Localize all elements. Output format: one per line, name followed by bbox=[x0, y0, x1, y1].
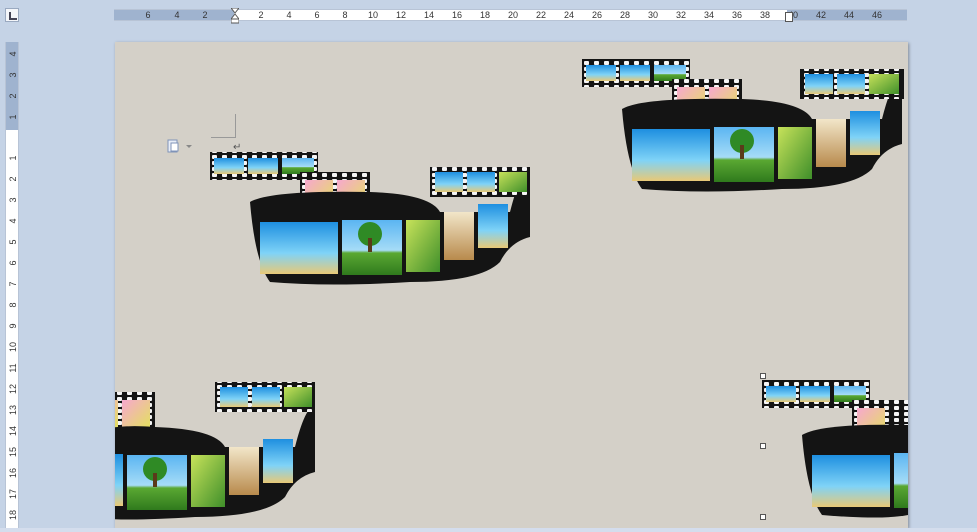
filmstrip-image-top-left[interactable] bbox=[210, 142, 540, 292]
ruler-tick-label: 24 bbox=[563, 10, 575, 20]
ruler-tick-label: 34 bbox=[703, 10, 715, 20]
ruler-tick-label: 11 bbox=[8, 363, 18, 373]
horizontal-ruler[interactable]: 6 4 2 2 4 6 8 10 12 14 16 18 20 22 24 26 28 30 32 34 36 38 40 4… bbox=[114, 8, 907, 24]
ruler-tick-label: 8 bbox=[8, 302, 18, 308]
ruler-tick-label: 26 bbox=[591, 10, 603, 20]
ruler-tick-label: 12 bbox=[8, 384, 18, 395]
ruler-tick-label: 4 bbox=[8, 218, 18, 224]
ruler-tick-label: 16 bbox=[8, 468, 18, 479]
ruler-tick-label: 18 bbox=[8, 510, 18, 521]
ruler-tick-label: 7 bbox=[8, 281, 18, 287]
ruler-tick-label: 10 bbox=[8, 342, 18, 353]
filmstrip-top-segment bbox=[215, 382, 315, 412]
filmstrip-image-bottom-left[interactable] bbox=[115, 372, 315, 522]
ruler-tick-label: 4 bbox=[174, 10, 180, 20]
filmstrip-image-bottom-right[interactable] bbox=[762, 375, 908, 528]
right-indent-marker[interactable] bbox=[785, 12, 793, 22]
ruler-tick-label: 1 bbox=[8, 114, 18, 120]
ruler-tick-label: 3 bbox=[8, 197, 18, 203]
vertical-ruler[interactable]: 4 3 2 1 1 2 3 4 5 6 7 8 9 10 11 12 13 14 15 16 17 18 bbox=[5, 42, 19, 532]
filmstrip-front-segment bbox=[802, 424, 908, 518]
ruler-tick-label: 42 bbox=[815, 10, 827, 20]
ruler-tick-label: 16 bbox=[451, 10, 463, 20]
ruler-tick-label: 36 bbox=[731, 10, 743, 20]
ruler-tick-label: 2 bbox=[8, 93, 18, 99]
ruler-tick-label: 46 bbox=[871, 10, 883, 20]
document-page[interactable]: ↵ bbox=[115, 42, 908, 528]
ruler-tick-label: 10 bbox=[367, 10, 379, 20]
indent-marker-icon[interactable] bbox=[231, 8, 239, 24]
ruler-tick-label: 28 bbox=[619, 10, 631, 20]
ruler-tick-label: 4 bbox=[286, 10, 292, 20]
resize-handle-top-left[interactable] bbox=[760, 373, 766, 379]
ruler-tick-label: 13 bbox=[8, 405, 18, 416]
margin-crop-mark bbox=[211, 114, 236, 138]
ruler-tick-label: 14 bbox=[423, 10, 435, 20]
tab-selector-button[interactable] bbox=[5, 8, 19, 22]
filmstrip-image-top-right[interactable] bbox=[582, 54, 908, 204]
paste-options-icon[interactable] bbox=[167, 139, 193, 153]
ruler-tick-label: 9 bbox=[8, 323, 18, 329]
ruler-tick-label: 2 bbox=[258, 10, 264, 20]
resize-handle-middle-left[interactable] bbox=[760, 443, 766, 449]
status-bar bbox=[0, 528, 977, 532]
ruler-tick-label: 12 bbox=[395, 10, 407, 20]
ruler-tick-label: 2 bbox=[8, 176, 18, 182]
ruler-tick-label: 20 bbox=[507, 10, 519, 20]
ruler-tick-label: 6 bbox=[314, 10, 320, 20]
ruler-tick-label: 1 bbox=[8, 155, 18, 161]
ruler-tick-label: 38 bbox=[759, 10, 771, 20]
ruler-tick-label: 32 bbox=[675, 10, 687, 20]
ruler-tick-label: 44 bbox=[843, 10, 855, 20]
ruler-tick-label: 30 bbox=[647, 10, 659, 20]
ruler-tick-label: 8 bbox=[342, 10, 348, 20]
ruler-tick-label: 22 bbox=[535, 10, 547, 20]
filmstrip-top-segment bbox=[430, 167, 530, 197]
filmstrip-top-segment bbox=[800, 69, 904, 99]
ruler-tick-label: 15 bbox=[8, 447, 18, 458]
resize-handle-bottom-left[interactable] bbox=[760, 514, 766, 520]
ruler-tick-label: 2 bbox=[202, 10, 208, 20]
ruler-tick-label: 14 bbox=[8, 426, 18, 437]
ruler-tick-label: 4 bbox=[8, 51, 18, 57]
ruler-tick-label: 17 bbox=[8, 489, 18, 500]
ruler-tick-label: 3 bbox=[8, 72, 18, 78]
ruler-tick-label: 18 bbox=[479, 10, 491, 20]
ruler-tick-label: 6 bbox=[145, 10, 151, 20]
ruler-tick-label: 6 bbox=[8, 260, 18, 266]
ruler-tick-label: 5 bbox=[8, 239, 18, 245]
